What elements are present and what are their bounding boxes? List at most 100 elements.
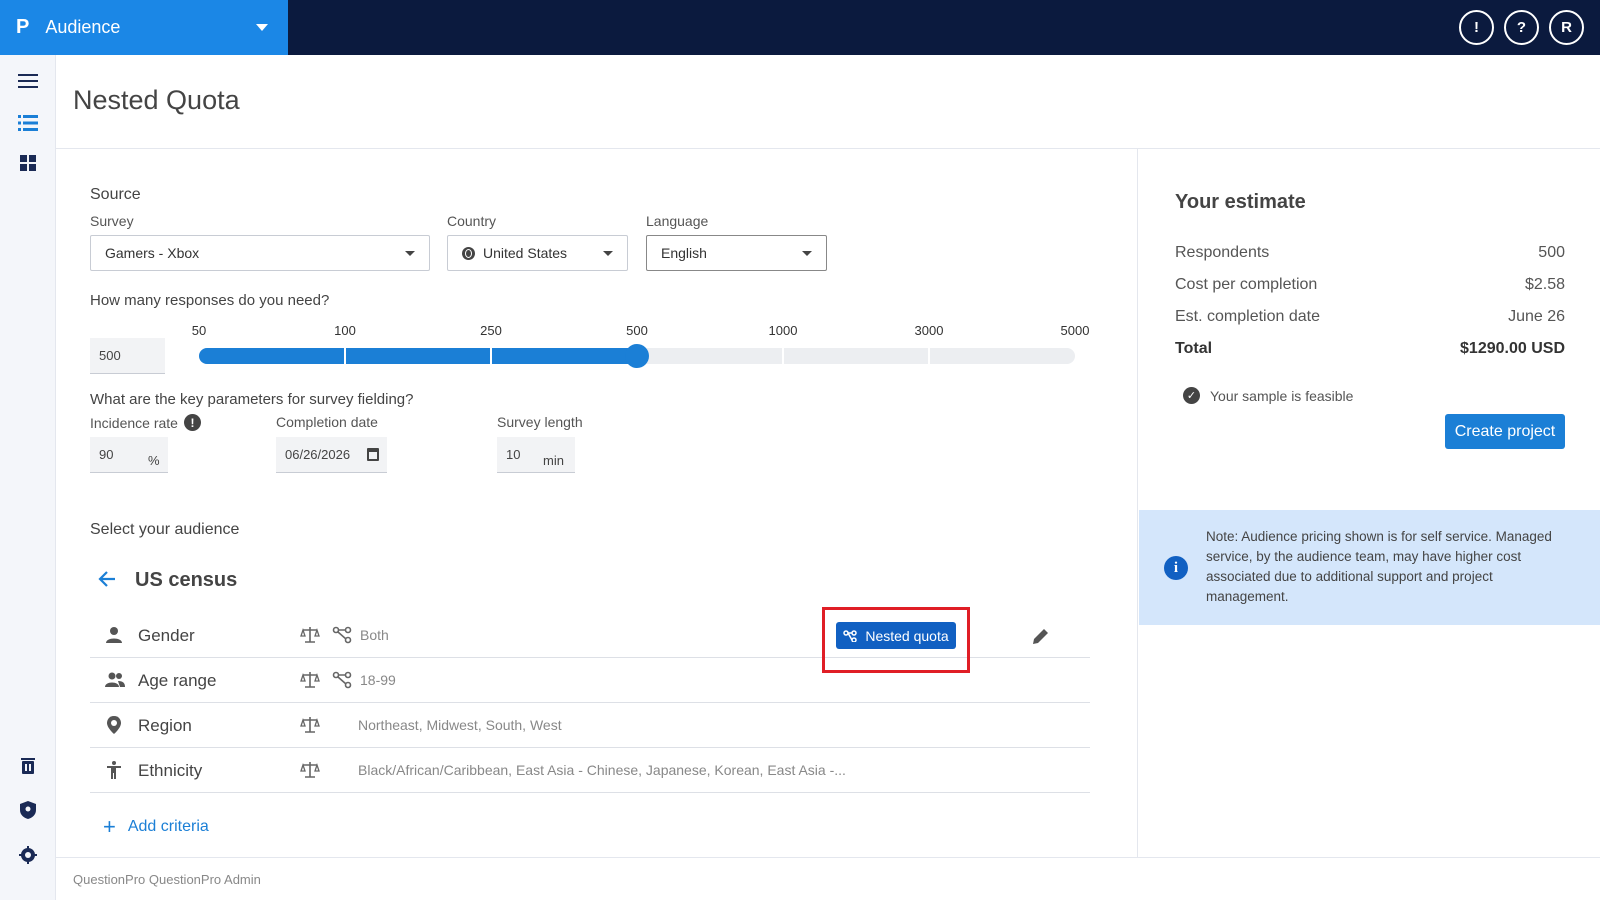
criteria-value: 18-99 (360, 672, 396, 688)
slider-tick[interactable]: 3000 (915, 323, 944, 338)
balance-scale-icon[interactable] (300, 760, 320, 780)
slider-separator (490, 348, 492, 364)
info-icon: i (1164, 556, 1188, 580)
criteria-name: Ethnicity (138, 761, 203, 780)
criteria-name: Region (138, 716, 192, 735)
slider-separator (344, 348, 346, 364)
responses-slider[interactable] (199, 344, 1075, 368)
audience-title: US census (135, 569, 238, 591)
slider-tick[interactable]: 5000 (1061, 323, 1090, 338)
feasible-text: Your sample is feasible (1210, 387, 1354, 404)
pricing-note-text: Note: Audience pricing shown is for self… (1206, 529, 1552, 604)
completion-value: 06/26/2026 (285, 447, 351, 462)
nested-quota-button[interactable]: Nested quota (836, 622, 956, 649)
criteria-value: Both (360, 627, 389, 643)
people-icon (104, 670, 125, 690)
globe-icon (462, 246, 475, 260)
estimate-row-cost: Cost per completion $2.58 (1175, 276, 1565, 294)
length-value: 10 (506, 447, 521, 462)
balance-scale-icon[interactable] (300, 715, 320, 735)
help-icon[interactable]: ? (1504, 10, 1539, 45)
country-label: Country (447, 213, 497, 229)
estimate-row-date: Est. completion date June 26 (1175, 308, 1565, 326)
avatar[interactable]: R (1549, 10, 1584, 45)
add-criteria-label: Add criteria (127, 818, 209, 835)
edit-icon[interactable] (1031, 626, 1051, 646)
feedback-icon[interactable]: ! (1459, 10, 1494, 45)
source-heading: Source (90, 186, 141, 203)
left-rail (0, 55, 56, 900)
create-project-button[interactable]: Create project (1445, 414, 1565, 449)
params-question: What are the key parameters for survey f… (90, 391, 414, 408)
location-icon (104, 715, 124, 735)
person-icon (104, 625, 124, 645)
chevron-down-icon (802, 251, 812, 256)
dashboard-icon[interactable] (17, 152, 39, 174)
estimate-row-total: Total $1290.00 USD (1175, 340, 1565, 358)
country-value: United States (483, 245, 568, 261)
estimate-value: 500 (1538, 244, 1565, 261)
chevron-down-icon (405, 251, 415, 256)
criteria-value: Northeast, Midwest, South, West (358, 717, 562, 733)
slider-tick[interactable]: 500 (626, 323, 648, 338)
nested-quota-icon (843, 629, 858, 642)
top-bar: P Audience ! ? R (0, 0, 1600, 55)
estimate-label: Est. completion date (1175, 308, 1320, 325)
language-select[interactable]: English (646, 235, 827, 271)
footer: QuestionPro QuestionPro Admin (56, 857, 1600, 900)
country-select[interactable]: United States (447, 235, 628, 271)
pricing-note: i Note: Audience pricing shown is for se… (1139, 510, 1600, 625)
estimate-label: Total (1175, 340, 1213, 357)
product-title: Audience (45, 17, 121, 37)
completion-label: Completion date (276, 414, 378, 430)
incidence-unit: % (148, 453, 160, 468)
page-header: Nested Quota (56, 55, 1600, 149)
menu-icon[interactable] (17, 70, 39, 92)
criteria-name: Age range (138, 671, 217, 690)
brand-logo: P (16, 16, 30, 38)
shield-icon[interactable] (17, 799, 39, 821)
slider-fill (199, 348, 637, 364)
list-icon[interactable] (17, 112, 39, 134)
top-actions: ! ? R (1459, 10, 1584, 45)
audience-form: Source Survey Gamers - Xbox Country Unit… (56, 149, 1138, 857)
nested-quota-icon[interactable] (332, 670, 352, 690)
info-icon[interactable]: ! (183, 414, 201, 431)
estimate-panel: Your estimate Respondents 500 Cost per c… (1139, 149, 1600, 857)
nested-quota-icon[interactable] (332, 625, 352, 645)
slider-tick[interactable]: 100 (334, 323, 356, 338)
responses-input[interactable]: 500 (90, 338, 165, 374)
calendar-icon[interactable] (367, 448, 379, 461)
plus-icon: + (103, 814, 116, 839)
slider-tick[interactable]: 50 (192, 323, 206, 338)
balance-scale-icon[interactable] (300, 625, 320, 645)
audience-heading: Select your audience (90, 521, 240, 538)
length-unit: min (543, 453, 564, 468)
length-label: Survey length (497, 414, 583, 430)
slider-tick[interactable]: 250 (480, 323, 502, 338)
survey-value: Gamers - Xbox (105, 245, 200, 261)
estimate-value: $1290.00 USD (1460, 340, 1565, 357)
balance-scale-icon[interactable] (300, 670, 320, 690)
trash-icon[interactable] (17, 755, 39, 777)
criteria-row-region[interactable]: Region Northeast, Midwest, South, West (90, 702, 1090, 748)
criteria-name: Gender (138, 626, 195, 645)
footer-text: QuestionPro QuestionPro Admin (73, 872, 261, 887)
back-arrow-icon[interactable] (98, 569, 116, 589)
add-criteria-button[interactable]: + Add criteria (103, 814, 209, 839)
slider-tick[interactable]: 1000 (769, 323, 798, 338)
chevron-down-icon (603, 251, 613, 256)
survey-select[interactable]: Gamers - Xbox (90, 235, 430, 271)
slider-separator (782, 348, 784, 364)
accessibility-icon (104, 760, 124, 780)
settings-icon[interactable] (17, 844, 39, 866)
estimate-label: Cost per completion (1175, 276, 1318, 293)
criteria-row-ethnicity[interactable]: Ethnicity Black/African/Caribbean, East A… (90, 747, 1090, 793)
estimate-value: $2.58 (1524, 276, 1565, 293)
estimate-row-respondents: Respondents 500 (1175, 244, 1565, 262)
product-switcher[interactable]: P Audience (0, 0, 288, 55)
slider-separator (928, 348, 930, 364)
incidence-label-wrap: Incidence rate ! (90, 414, 201, 431)
slider-thumb[interactable] (625, 344, 649, 368)
nested-quota-label: Nested quota (865, 627, 949, 644)
